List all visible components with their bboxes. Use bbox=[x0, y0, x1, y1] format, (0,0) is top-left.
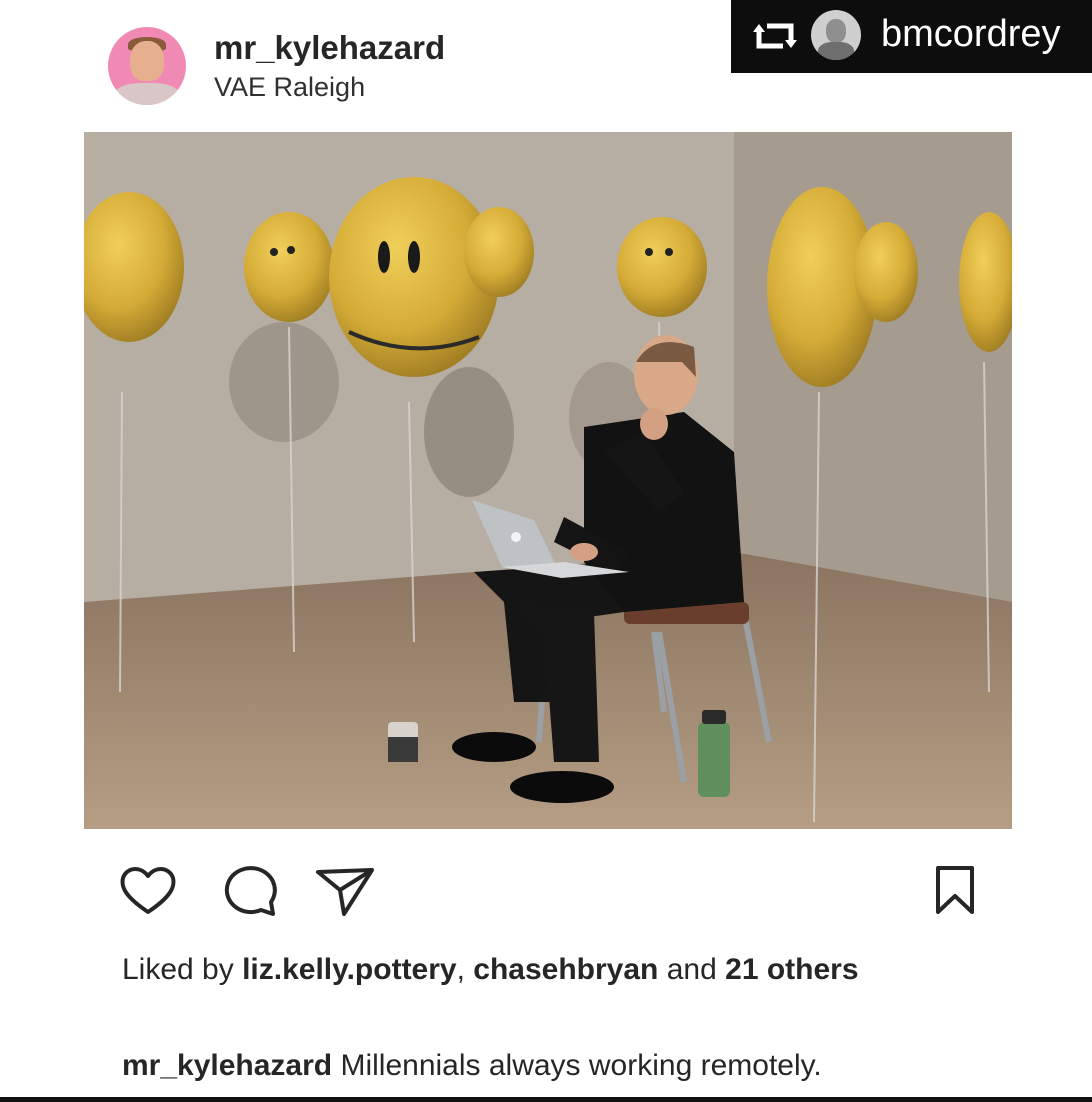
likes-count[interactable]: 21 bbox=[725, 953, 758, 986]
post-location[interactable]: VAE Raleigh bbox=[214, 72, 365, 103]
post-photo[interactable] bbox=[84, 132, 1012, 829]
heart-icon[interactable] bbox=[118, 862, 178, 918]
caption-text: Millennials always working remotely. bbox=[340, 1049, 822, 1082]
divider bbox=[0, 1097, 1092, 1102]
likes-others[interactable]: others bbox=[767, 953, 859, 986]
bookmark-icon[interactable] bbox=[930, 862, 980, 918]
liked-by-text: Liked by liz.kelly.pottery, chasehbryan … bbox=[122, 953, 859, 986]
liker-link[interactable]: chasehbryan bbox=[473, 953, 658, 986]
repost-username[interactable]: bmcordrey bbox=[881, 13, 1061, 56]
repost-avatar[interactable] bbox=[811, 10, 861, 60]
repost-badge: bmcordrey bbox=[731, 0, 1092, 73]
share-icon[interactable] bbox=[314, 862, 376, 918]
avatar[interactable] bbox=[108, 27, 186, 105]
repost-icon bbox=[753, 23, 797, 49]
liker-link[interactable]: liz.kelly.pottery bbox=[242, 953, 457, 986]
post-username[interactable]: mr_kylehazard bbox=[214, 29, 445, 67]
caption: mr_kylehazard Millennials always working… bbox=[122, 1046, 1042, 1086]
comment-icon[interactable] bbox=[219, 862, 279, 918]
caption-username[interactable]: mr_kylehazard bbox=[122, 1049, 332, 1082]
